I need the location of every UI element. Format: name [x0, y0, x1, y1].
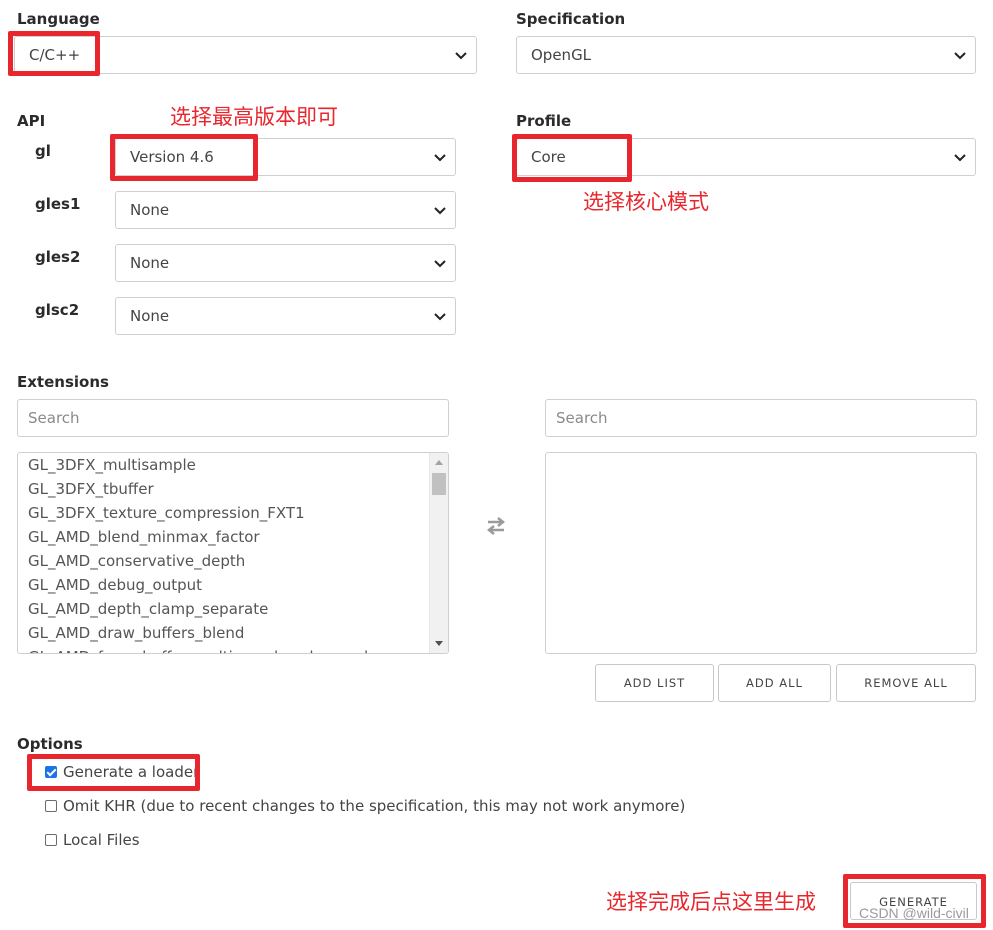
list-item[interactable]: GL_AMD_blend_minmax_factor — [18, 525, 448, 549]
options-label: Options — [17, 735, 83, 753]
language-label: Language — [17, 10, 100, 28]
api-gles2-select[interactable]: None — [115, 244, 456, 282]
chevron-down-icon — [455, 52, 467, 60]
api-row-glsc2-label: glsc2 — [35, 301, 80, 319]
add-all-button[interactable]: ADD ALL — [718, 664, 831, 702]
profile-annotation: 选择核心模式 — [583, 190, 709, 214]
extensions-left-search-input[interactable] — [17, 399, 449, 437]
swap-arrows-icon[interactable] — [484, 516, 508, 536]
scroll-up-icon[interactable] — [434, 458, 444, 466]
generate-loader-highlight — [27, 754, 200, 791]
list-item[interactable]: GL_AMD_depth_clamp_separate — [18, 597, 448, 621]
list-item[interactable]: GL_3DFX_texture_compression_FXT1 — [18, 501, 448, 525]
list-scrollbar[interactable] — [429, 453, 448, 653]
scroll-down-icon[interactable] — [434, 640, 444, 648]
extensions-available-list[interactable]: GL_3DFX_multisample GL_3DFX_tbuffer GL_3… — [17, 452, 449, 654]
watermark: CSDN @wild-civil — [859, 905, 969, 921]
api-gles1-select-value: None — [130, 201, 170, 219]
option-omit-khr[interactable]: Omit KHR (due to recent changes to the s… — [45, 797, 685, 815]
extensions-selected-list[interactable] — [545, 452, 977, 654]
remove-all-button[interactable]: REMOVE ALL — [836, 664, 976, 702]
api-glsc2-select-value: None — [130, 307, 170, 325]
api-gles1-select[interactable]: None — [115, 191, 456, 229]
profile-highlight — [512, 134, 632, 182]
option-label: Omit KHR (due to recent changes to the s… — [63, 797, 686, 815]
list-item[interactable]: GL_3DFX_tbuffer — [18, 477, 448, 501]
api-gl-highlight — [110, 134, 258, 181]
scrollbar-thumb[interactable] — [432, 473, 446, 495]
chevron-down-icon — [434, 154, 446, 162]
language-highlight — [8, 31, 100, 76]
option-label: Local Files — [63, 831, 140, 849]
api-gles2-select-value: None — [130, 254, 170, 272]
chevron-down-icon — [954, 52, 966, 60]
generate-annotation: 选择完成后点这里生成 — [606, 890, 816, 914]
chevron-down-icon — [434, 260, 446, 268]
chevron-down-icon — [434, 207, 446, 215]
list-item[interactable]: GL_AMD_debug_output — [18, 573, 448, 597]
api-glsc2-select[interactable]: None — [115, 297, 456, 335]
api-annotation: 选择最高版本即可 — [170, 105, 338, 129]
specification-select[interactable]: OpenGL — [516, 36, 976, 74]
list-item[interactable]: GL_AMD_conservative_depth — [18, 549, 448, 573]
api-row-gles1-label: gles1 — [35, 195, 81, 213]
chevron-down-icon — [434, 313, 446, 321]
specification-select-value: OpenGL — [531, 46, 592, 64]
api-row-gles2-label: gles2 — [35, 248, 81, 266]
add-list-button[interactable]: ADD LIST — [595, 664, 714, 702]
extensions-label: Extensions — [17, 373, 109, 391]
local-files-checkbox[interactable] — [45, 834, 57, 846]
chevron-down-icon — [954, 154, 966, 162]
list-item[interactable]: GL_3DFX_multisample — [18, 453, 448, 477]
extensions-right-search-input[interactable] — [545, 399, 977, 437]
profile-label: Profile — [516, 112, 572, 130]
api-label: API — [17, 112, 46, 130]
api-row-gl-label: gl — [35, 142, 51, 160]
specification-label: Specification — [516, 10, 626, 28]
list-item[interactable]: GL_AMD_framebuffer_multisample_advanced — [18, 645, 448, 653]
list-item[interactable]: GL_AMD_draw_buffers_blend — [18, 621, 448, 645]
option-local-files[interactable]: Local Files — [45, 831, 140, 849]
omit-khr-checkbox[interactable] — [45, 800, 57, 812]
